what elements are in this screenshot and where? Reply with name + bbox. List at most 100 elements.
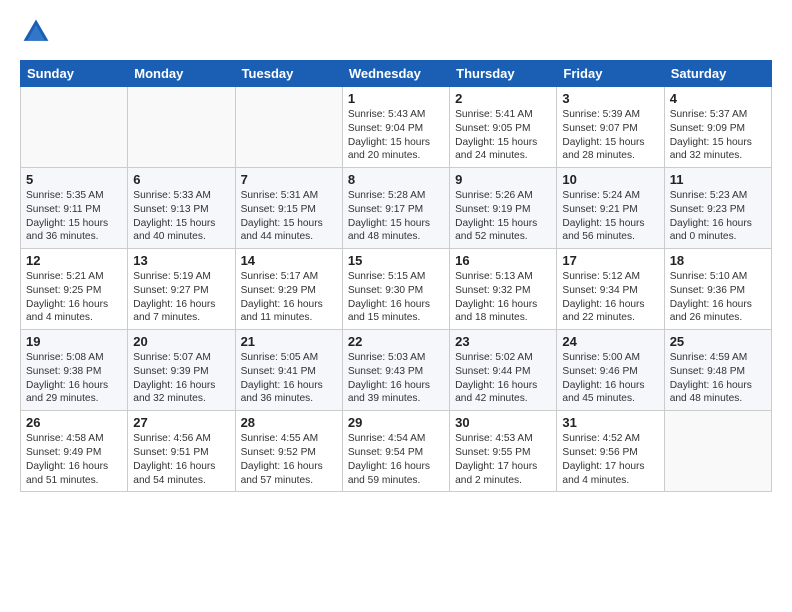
header [20,16,772,48]
page: SundayMondayTuesdayWednesdayThursdayFrid… [0,0,792,508]
day-info: Sunrise: 5:41 AM Sunset: 9:05 PM Dayligh… [455,108,551,163]
calendar-cell: 27 Sunrise: 4:56 AM Sunset: 9:51 PM Dayli… [128,411,235,492]
day-info: Sunrise: 5:28 AM Sunset: 9:17 PM Dayligh… [348,189,444,244]
calendar-cell: 30 Sunrise: 4:53 AM Sunset: 9:55 PM Dayli… [450,411,557,492]
day-info: Sunrise: 5:13 AM Sunset: 9:32 PM Dayligh… [455,270,551,325]
day-info: Sunrise: 4:55 AM Sunset: 9:52 PM Dayligh… [241,432,337,487]
day-number: 9 [455,172,551,187]
weekday-header-wednesday: Wednesday [342,61,449,87]
day-info: Sunrise: 4:58 AM Sunset: 9:49 PM Dayligh… [26,432,122,487]
calendar-cell: 7 Sunrise: 5:31 AM Sunset: 9:15 PM Daylig… [235,168,342,249]
day-info: Sunrise: 5:02 AM Sunset: 9:44 PM Dayligh… [455,351,551,406]
day-number: 21 [241,334,337,349]
day-number: 12 [26,253,122,268]
calendar-cell: 19Sunrise: 5:08 AM Sunset: 9:38 PM Dayli… [21,330,128,411]
weekday-header-sunday: Sunday [21,61,128,87]
day-info: Sunrise: 4:53 AM Sunset: 9:55 PM Dayligh… [455,432,551,487]
calendar-cell: 21 Sunrise: 5:05 AM Sunset: 9:41 PM Dayli… [235,330,342,411]
day-info: Sunrise: 5:15 AM Sunset: 9:30 PM Dayligh… [348,270,444,325]
calendar-cell: 24 Sunrise: 5:00 AM Sunset: 9:46 PM Dayli… [557,330,664,411]
calendar-cell: 2Sunrise: 5:41 AM Sunset: 9:05 PM Daylig… [450,87,557,168]
day-number: 14 [241,253,337,268]
day-info: Sunrise: 4:54 AM Sunset: 9:54 PM Dayligh… [348,432,444,487]
calendar-week-row: 5Sunrise: 5:35 AM Sunset: 9:11 PM Daylig… [21,168,772,249]
calendar-cell: 10 Sunrise: 5:24 AM Sunset: 9:21 PM Dayli… [557,168,664,249]
logo-icon [20,16,52,48]
logo [20,16,56,48]
day-info: Sunrise: 5:37 AM Sunset: 9:09 PM Dayligh… [670,108,766,163]
day-info: Sunrise: 4:52 AM Sunset: 9:56 PM Dayligh… [562,432,658,487]
day-number: 15 [348,253,444,268]
calendar: SundayMondayTuesdayWednesdayThursdayFrid… [20,60,772,492]
weekday-header-row: SundayMondayTuesdayWednesdayThursdayFrid… [21,61,772,87]
day-number: 27 [133,415,229,430]
day-number: 26 [26,415,122,430]
day-number: 31 [562,415,658,430]
day-info: Sunrise: 5:43 AM Sunset: 9:04 PM Dayligh… [348,108,444,163]
calendar-cell [235,87,342,168]
calendar-week-row: 19Sunrise: 5:08 AM Sunset: 9:38 PM Dayli… [21,330,772,411]
calendar-cell: 9 Sunrise: 5:26 AM Sunset: 9:19 PM Daylig… [450,168,557,249]
calendar-cell [21,87,128,168]
day-info: Sunrise: 5:19 AM Sunset: 9:27 PM Dayligh… [133,270,229,325]
weekday-header-thursday: Thursday [450,61,557,87]
day-number: 30 [455,415,551,430]
day-number: 24 [562,334,658,349]
day-number: 16 [455,253,551,268]
day-info: Sunrise: 5:07 AM Sunset: 9:39 PM Dayligh… [133,351,229,406]
calendar-cell: 3Sunrise: 5:39 AM Sunset: 9:07 PM Daylig… [557,87,664,168]
calendar-cell: 4 Sunrise: 5:37 AM Sunset: 9:09 PM Daylig… [664,87,771,168]
day-info: Sunrise: 5:21 AM Sunset: 9:25 PM Dayligh… [26,270,122,325]
calendar-cell: 14 Sunrise: 5:17 AM Sunset: 9:29 PM Dayli… [235,249,342,330]
day-number: 25 [670,334,766,349]
day-number: 7 [241,172,337,187]
day-info: Sunrise: 5:08 AM Sunset: 9:38 PM Dayligh… [26,351,122,406]
weekday-header-friday: Friday [557,61,664,87]
calendar-cell [128,87,235,168]
calendar-cell: 18 Sunrise: 5:10 AM Sunset: 9:36 PM Dayli… [664,249,771,330]
calendar-cell: 22Sunrise: 5:03 AM Sunset: 9:43 PM Dayli… [342,330,449,411]
day-number: 5 [26,172,122,187]
day-info: Sunrise: 5:39 AM Sunset: 9:07 PM Dayligh… [562,108,658,163]
calendar-cell: 20 Sunrise: 5:07 AM Sunset: 9:39 PM Dayli… [128,330,235,411]
day-info: Sunrise: 4:56 AM Sunset: 9:51 PM Dayligh… [133,432,229,487]
day-info: Sunrise: 5:00 AM Sunset: 9:46 PM Dayligh… [562,351,658,406]
calendar-cell: 1 Sunrise: 5:43 AM Sunset: 9:04 PM Daylig… [342,87,449,168]
day-info: Sunrise: 5:10 AM Sunset: 9:36 PM Dayligh… [670,270,766,325]
day-number: 29 [348,415,444,430]
day-info: Sunrise: 5:31 AM Sunset: 9:15 PM Dayligh… [241,189,337,244]
day-info: Sunrise: 5:17 AM Sunset: 9:29 PM Dayligh… [241,270,337,325]
calendar-cell: 15 Sunrise: 5:15 AM Sunset: 9:30 PM Dayli… [342,249,449,330]
calendar-week-row: 1 Sunrise: 5:43 AM Sunset: 9:04 PM Daylig… [21,87,772,168]
day-number: 28 [241,415,337,430]
calendar-cell: 8Sunrise: 5:28 AM Sunset: 9:17 PM Daylig… [342,168,449,249]
day-info: Sunrise: 5:23 AM Sunset: 9:23 PM Dayligh… [670,189,766,244]
day-info: Sunrise: 5:26 AM Sunset: 9:19 PM Dayligh… [455,189,551,244]
weekday-header-monday: Monday [128,61,235,87]
calendar-cell: 28 Sunrise: 4:55 AM Sunset: 9:52 PM Dayli… [235,411,342,492]
day-number: 4 [670,91,766,106]
day-number: 13 [133,253,229,268]
day-info: Sunrise: 5:24 AM Sunset: 9:21 PM Dayligh… [562,189,658,244]
calendar-cell: 12 Sunrise: 5:21 AM Sunset: 9:25 PM Dayli… [21,249,128,330]
day-number: 1 [348,91,444,106]
day-number: 17 [562,253,658,268]
day-number: 20 [133,334,229,349]
calendar-cell: 25 Sunrise: 4:59 AM Sunset: 9:48 PM Dayli… [664,330,771,411]
day-info: Sunrise: 5:05 AM Sunset: 9:41 PM Dayligh… [241,351,337,406]
calendar-cell: 26 Sunrise: 4:58 AM Sunset: 9:49 PM Dayli… [21,411,128,492]
weekday-header-tuesday: Tuesday [235,61,342,87]
calendar-cell: 29 Sunrise: 4:54 AM Sunset: 9:54 PM Dayli… [342,411,449,492]
calendar-cell: 6 Sunrise: 5:33 AM Sunset: 9:13 PM Daylig… [128,168,235,249]
day-number: 6 [133,172,229,187]
calendar-cell: 16 Sunrise: 5:13 AM Sunset: 9:32 PM Dayli… [450,249,557,330]
day-number: 10 [562,172,658,187]
calendar-cell: 23Sunrise: 5:02 AM Sunset: 9:44 PM Dayli… [450,330,557,411]
calendar-week-row: 26 Sunrise: 4:58 AM Sunset: 9:49 PM Dayli… [21,411,772,492]
day-info: Sunrise: 4:59 AM Sunset: 9:48 PM Dayligh… [670,351,766,406]
calendar-week-row: 12 Sunrise: 5:21 AM Sunset: 9:25 PM Dayli… [21,249,772,330]
day-number: 18 [670,253,766,268]
day-info: Sunrise: 5:33 AM Sunset: 9:13 PM Dayligh… [133,189,229,244]
calendar-cell [664,411,771,492]
day-number: 11 [670,172,766,187]
